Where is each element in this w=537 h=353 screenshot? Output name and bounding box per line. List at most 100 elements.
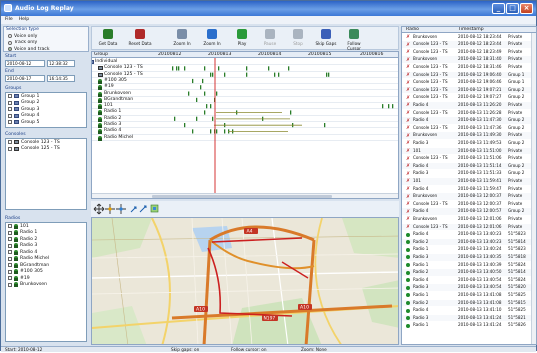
event-row[interactable]: Radio 1 2010-08-13 13:40:39 51°5824 [402, 262, 536, 269]
event-row[interactable]: ✗ Radio 3 2010-08-13 11:51:33 Group 2 [402, 170, 536, 177]
event-row[interactable]: ✗ Brunkovsen 2010-08-13 12:01:06 Private [402, 216, 536, 223]
maximize-button[interactable]: □ [506, 3, 519, 14]
checkbox[interactable] [8, 243, 12, 248]
radio-item[interactable]: Brunkovsen [6, 282, 86, 289]
voice-call-icon: ✗ [406, 201, 411, 208]
skip-gaps-button[interactable]: Skip Gaps [312, 28, 340, 50]
events-scrollbar[interactable] [531, 33, 536, 344]
end-date-field[interactable]: 2010-08-17 [5, 75, 45, 82]
checkbox[interactable] [8, 250, 12, 255]
checkbox[interactable] [8, 230, 12, 235]
event-row[interactable]: Radio 1 2010-08-13 13:41:24 51°5826 [402, 322, 536, 329]
map-view[interactable]: A4 A10 A10 N197 [91, 217, 399, 345]
get-data-button[interactable]: Get Data [94, 28, 122, 50]
select-icon[interactable] [130, 206, 137, 213]
checkbox[interactable] [8, 263, 12, 268]
event-row[interactable]: ✗ Console 123 - TS 2010-08-12 18:31:46 Priv… [402, 63, 536, 71]
follow-cursor-button[interactable]: Follow Cursor [340, 28, 368, 51]
event-row[interactable]: ✗ Radio 4 2010-08-13 11:59:47 Private [402, 186, 536, 193]
console-item[interactable]: Console 125 - TS [6, 146, 86, 153]
checkbox[interactable] [8, 276, 12, 281]
radio-button[interactable] [8, 40, 12, 45]
checkbox[interactable] [8, 113, 12, 118]
event-row[interactable]: ✗ Console 123 - TS 2010-08-12 19:07:21 Grou… [402, 86, 536, 94]
event-row[interactable]: ✗ Console 123 - TS 2010-08-13 12:00:37 Priv… [402, 201, 536, 208]
radio-column-header[interactable]: Radio [406, 27, 419, 33]
stop-button[interactable]: Stop [284, 28, 312, 50]
event-row[interactable]: ✗ Console 123 - TS 2010-08-13 12:01:06 Priv… [402, 223, 536, 231]
event-row[interactable]: ✗ Brunkovsen 2010-08-13 12:00:37 Private [402, 193, 536, 200]
checkbox[interactable] [8, 282, 12, 287]
start-date-field[interactable]: 2010-08-12 [5, 60, 45, 67]
event-row[interactable]: ✗ Radio 4 2010-08-13 11:47:30 Group 2 [402, 117, 536, 124]
event-radio: Radio 4 [413, 101, 429, 107]
event-row[interactable]: ✗ Brunkovsen 2010-08-13 11:49:30 Private [402, 132, 536, 140]
checkbox[interactable] [8, 120, 12, 125]
event-row[interactable]: Radio 2 2010-08-13 13:41:08 51°5815 [402, 299, 536, 307]
minimize-button[interactable]: _ [492, 3, 505, 14]
close-button[interactable]: × [520, 3, 533, 14]
event-row[interactable]: ✗ Console 123 - TS 2010-08-13 11:26:28 Priv… [402, 110, 536, 117]
event-row[interactable]: ✗ Console 123 - TS 2010-08-13 11:47:36 Grou… [402, 125, 536, 132]
event-row[interactable]: ✗ 101 2010-08-13 11:59:41 Private [402, 177, 536, 185]
event-row[interactable]: ✗ Radio 4 2010-08-13 11:26:20 Private [402, 101, 536, 109]
event-row[interactable]: Radio 2 2010-08-13 13:40:23 51°5814 [402, 238, 536, 246]
end-time-field[interactable]: 16:14:35 [47, 75, 75, 82]
event-row[interactable]: Radio 4 2010-08-13 13:40:54 51°5824 [402, 277, 536, 284]
event-row[interactable]: Radio 3 2010-08-13 13:40:54 51°5820 [402, 284, 536, 292]
event-row[interactable]: ✗ Console 123 - TS 2010-08-12 19:07:27 Grou… [402, 94, 536, 101]
event-row[interactable]: ✗ Radio 4 2010-08-13 12:00:57 Group 2 [402, 208, 536, 216]
event-row[interactable]: ✗ Console 123 - TS 2010-08-12 19:06:46 Grou… [402, 79, 536, 86]
radio-button[interactable] [8, 34, 12, 39]
selection-option-label: Track only [14, 40, 38, 46]
checkbox[interactable] [8, 237, 12, 242]
start-time-field[interactable]: 12:38:32 [47, 60, 75, 67]
menu-file[interactable]: File [5, 16, 13, 24]
checkbox[interactable] [8, 269, 12, 274]
event-row[interactable]: Radio 3 2010-08-13 13:40:35 51°5818 [402, 253, 536, 261]
zoom-in-button[interactable]: Zoom In [198, 28, 226, 50]
ruler-icon[interactable] [139, 205, 147, 213]
checkbox[interactable] [8, 107, 12, 112]
layers-icon[interactable] [150, 204, 159, 213]
event-row[interactable]: ✗ Console 123 - TS 2010-08-13 11:51:06 Priv… [402, 155, 536, 162]
event-row[interactable]: Radio 1 2010-08-13 13:40:24 51°5823 [402, 246, 536, 253]
event-timestamp: 2010-08-12 18:31:46 [458, 63, 502, 69]
checkbox[interactable] [8, 100, 12, 105]
event-row[interactable]: Radio 4 2010-08-13 13:41:10 51°5825 [402, 307, 536, 314]
play-button[interactable]: Play [228, 28, 256, 50]
checkbox[interactable] [8, 94, 12, 99]
event-row[interactable]: ✗ Console 123 - TS 2010-08-12 19:06:40 Grou… [402, 71, 536, 79]
zoom-in-button[interactable]: Zoom In [168, 28, 196, 50]
checkbox[interactable] [8, 224, 12, 229]
event-row[interactable]: Radio 3 2010-08-13 13:41:24 51°5821 [402, 314, 536, 322]
event-row[interactable]: ✗ Console 123 - TS 2010-08-12 18:23:44 Priv… [402, 41, 536, 48]
pause-button[interactable]: Pause [256, 28, 284, 50]
timeline-scrollbar[interactable] [92, 193, 398, 198]
event-row[interactable]: ✗ Radio 4 2010-08-13 11:51:14 Group 2 [402, 162, 536, 170]
radio-button[interactable] [8, 47, 12, 52]
timeline-scroll-thumb[interactable] [152, 195, 332, 198]
zoom-out-icon[interactable] [116, 204, 126, 214]
event-row[interactable]: ✗ Brunkovsen 2010-08-12 18:31:40 Private [402, 56, 536, 64]
map-canvas[interactable]: A4 A10 A10 N197 [92, 218, 399, 345]
event-row[interactable]: Radio 2 2010-08-13 13:40:50 51°5814 [402, 269, 536, 276]
event-row[interactable]: Radio 1 2010-08-13 13:41:08 51°5825 [402, 292, 536, 299]
event-row[interactable]: ✗ Console 123 - TS 2010-08-12 18:23:49 Priv… [402, 49, 536, 56]
checkbox[interactable] [8, 146, 12, 151]
group-item[interactable]: Group 5 [6, 119, 86, 126]
timestamp-column-header[interactable]: Timestamp [458, 27, 484, 33]
event-row[interactable]: ✗ Brunkovsen 2010-08-12 18:23:44 Private [402, 34, 536, 41]
gps-position-icon [406, 232, 410, 237]
zoom-in-icon[interactable] [105, 204, 115, 214]
selection-option[interactable]: Voice and track [4, 46, 88, 53]
event-row[interactable]: Radio 4 2010-08-13 13:40:23 51°5823 [402, 231, 536, 238]
pan-icon[interactable] [93, 203, 105, 215]
checkbox[interactable] [8, 140, 12, 145]
checkbox[interactable] [8, 256, 12, 261]
reset-button[interactable]: Reset Data [126, 28, 154, 50]
menu-help[interactable]: Help [19, 16, 29, 24]
event-row[interactable]: ✗ 101 2010-08-13 11:51:00 Private [402, 147, 536, 155]
event-extra: 51°5825 [508, 307, 526, 313]
event-row[interactable]: ✗ Radio 3 2010-08-13 11:49:53 Group 2 [402, 140, 536, 147]
